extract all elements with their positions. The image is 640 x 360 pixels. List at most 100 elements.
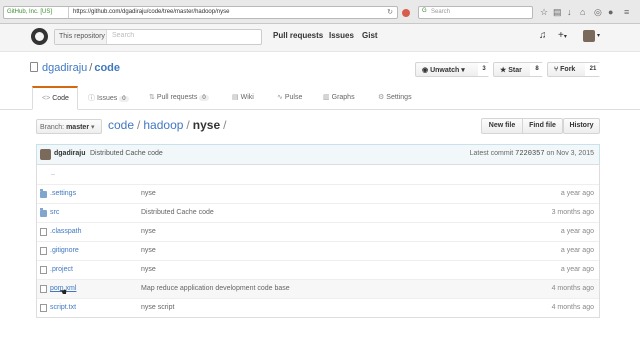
commit-sha[interactable]: 7220357 <box>515 150 544 158</box>
unwatch-label: Unwatch <box>430 67 460 74</box>
new-menu-button[interactable]: +▾ <box>558 30 567 43</box>
breadcrumb-separator: / <box>186 118 190 132</box>
tab-label: Pull requests <box>156 94 198 101</box>
author-avatar[interactable] <box>40 149 51 160</box>
chevron-down-icon: ▾ <box>461 67 465 74</box>
wiki-icon: ▤ <box>232 94 239 101</box>
table-row: script.txt nyse script 4 months ago <box>37 298 599 317</box>
repo-owner-link[interactable]: dgadiraju <box>42 62 87 74</box>
address-bar[interactable]: GitHub, Inc. [US] https://github.com/dga… <box>3 6 398 19</box>
tab-code[interactable]: <> Code <box>32 86 78 110</box>
new-file-button[interactable]: New file <box>481 118 523 134</box>
issue-icon: ⓘ <box>88 95 95 102</box>
ev-certificate[interactable]: GitHub, Inc. [US] <box>7 9 52 15</box>
file-name[interactable]: .settings <box>50 190 76 197</box>
file-name[interactable]: script.txt <box>50 304 76 311</box>
tab-issues[interactable]: ⓘ Issues 0 <box>88 86 129 110</box>
table-row: src Distributed Cache code 3 months ago <box>37 203 599 222</box>
avatar-menu-chevron-icon[interactable]: ▾ <box>597 30 600 42</box>
file-table: .. .settings nyse a year ago src Distrib… <box>36 164 600 318</box>
file-commit-message[interactable]: nyse <box>141 247 156 254</box>
file-commit-message[interactable]: Map reduce application development code … <box>141 285 290 292</box>
file-name[interactable]: src <box>50 209 59 216</box>
fork-count[interactable]: 21 <box>585 63 601 76</box>
file-commit-message[interactable]: Distributed Cache code <box>141 209 214 216</box>
breadcrumb-root[interactable]: code <box>108 118 134 132</box>
user-avatar[interactable] <box>583 30 595 42</box>
watch-count[interactable]: 3 <box>478 63 490 76</box>
tab-pulse[interactable]: ∿ Pulse <box>277 86 302 110</box>
table-row-parent[interactable]: .. <box>37 165 599 184</box>
menu-icon[interactable]: ≡ <box>624 8 629 17</box>
pull-request-icon: ⇅ <box>149 94 155 101</box>
file-name[interactable]: .classpath <box>50 228 82 235</box>
site-header: This repository Pull requests Issues Gis… <box>0 24 640 52</box>
nav-issues[interactable]: Issues <box>329 31 354 40</box>
fork-icon: ⑂ <box>554 66 559 73</box>
tab-wiki[interactable]: ▤ Wiki <box>232 86 254 110</box>
repo-name-link[interactable]: code <box>94 62 120 74</box>
parent-dir-link[interactable]: .. <box>51 170 55 177</box>
file-age: a year ago <box>560 247 594 254</box>
address-divider <box>68 7 69 18</box>
pocket-icon[interactable]: ◎ <box>594 8 602 17</box>
file-icon <box>40 247 47 255</box>
extension-icon[interactable] <box>402 9 410 17</box>
home-icon[interactable]: ⌂ <box>580 8 585 17</box>
breadcrumb-folder[interactable]: hadoop <box>143 118 183 132</box>
star-button[interactable]: ★ Star 8 <box>493 62 544 77</box>
github-logo-icon[interactable] <box>31 28 48 45</box>
file-commit-message[interactable]: nyse <box>141 228 156 235</box>
tab-label: Graphs <box>331 94 355 101</box>
url-text[interactable]: https://github.com/dgadiraju/code/tree/m… <box>73 9 229 15</box>
nav-pull-requests[interactable]: Pull requests <box>273 31 323 40</box>
repo-tabs: <> Code ⓘ Issues 0 ⇅ Pull requests 0 ▤ Wiki ∿ P… <box>0 86 640 110</box>
pulse-icon: ∿ <box>277 94 283 101</box>
file-icon <box>40 304 47 312</box>
search-input[interactable] <box>112 32 252 39</box>
table-row: .classpath nyse a year ago <box>37 222 599 241</box>
repo-title-separator: / <box>89 62 93 74</box>
tab-graphs[interactable]: ▥ Graphs <box>323 86 355 110</box>
fork-label: Fork <box>560 66 576 73</box>
bookmark-star-icon[interactable]: ☆ <box>540 8 548 17</box>
file-commit-message[interactable]: nyse <box>141 190 156 197</box>
file-age: 4 months ago <box>551 285 594 292</box>
download-icon[interactable]: ↓ <box>567 8 572 17</box>
tab-pull-requests[interactable]: ⇅ Pull requests 0 <box>149 86 209 110</box>
file-commit-message[interactable]: nyse script <box>141 304 174 311</box>
breadcrumb-current: nyse <box>192 118 221 132</box>
reading-list-icon[interactable]: ▤ <box>553 8 562 17</box>
file-name[interactable]: .gitignore <box>50 247 79 254</box>
repo-search[interactable]: This repository <box>54 29 262 45</box>
notifications-bell-icon[interactable]: ♫ <box>539 30 547 42</box>
nav-gist[interactable]: Gist <box>362 31 378 40</box>
tab-label: Issues <box>97 95 118 102</box>
folder-icon <box>40 208 47 217</box>
unwatch-button[interactable]: ◉ Unwatch ▾ 3 <box>415 62 490 77</box>
reload-icon[interactable]: ↻ <box>387 8 393 16</box>
browser-search-box[interactable]: G Search <box>418 6 533 19</box>
star-icon: ★ <box>500 67 507 74</box>
chevron-down-icon: ▾ <box>91 124 95 131</box>
repo-title: dgadiraju / code <box>30 62 120 74</box>
commit-message[interactable]: Distributed Cache code <box>90 150 163 157</box>
browser-search-placeholder: Search <box>431 9 451 15</box>
breadcrumb-separator: / <box>223 118 227 132</box>
file-age: a year ago <box>560 190 594 197</box>
history-button[interactable]: History <box>563 118 600 134</box>
repo-icon <box>30 62 38 72</box>
chevron-down-icon: ▾ <box>563 34 567 40</box>
fork-button[interactable]: ⑂ Fork 21 <box>547 62 601 77</box>
file-commit-message[interactable]: nyse <box>141 266 156 273</box>
tab-label: Code <box>52 95 69 102</box>
profile-icon[interactable]: ● <box>608 8 613 17</box>
find-file-button[interactable]: Find file <box>522 118 563 134</box>
commit-author[interactable]: dgadiraju <box>54 150 86 157</box>
browser-toolbar: GitHub, Inc. [US] https://github.com/dga… <box>0 0 640 24</box>
branch-selector[interactable]: Branch: master ▾ <box>36 119 102 134</box>
star-count[interactable]: 8 <box>530 63 544 76</box>
file-name[interactable]: .project <box>50 266 73 273</box>
table-row: pom.xml Map reduce application developme… <box>37 279 599 298</box>
tab-settings[interactable]: ⚙ Settings <box>378 86 412 110</box>
